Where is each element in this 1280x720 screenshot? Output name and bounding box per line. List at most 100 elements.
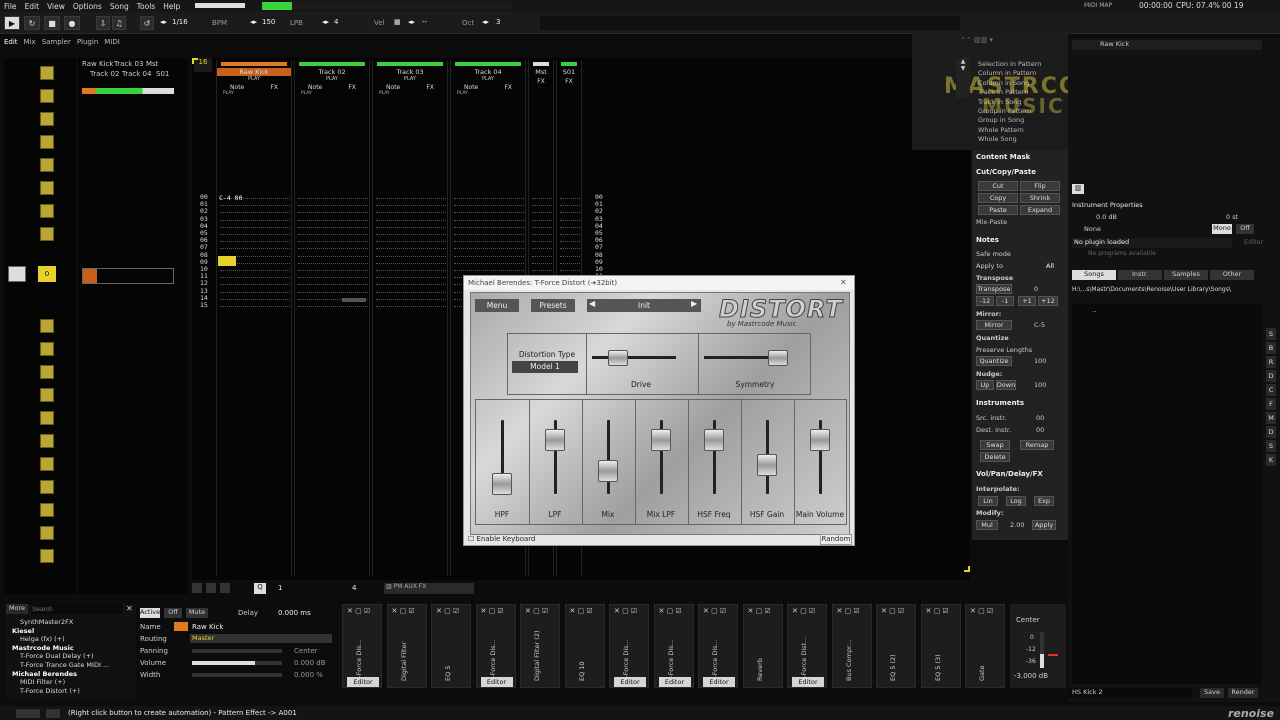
transpose-button[interactable]: Transpose — [976, 284, 1012, 294]
pattern-row-cell[interactable] — [298, 198, 368, 199]
dist-type-select[interactable]: Model 1 — [512, 361, 578, 373]
pattern-row-cell[interactable] — [298, 291, 368, 293]
selection-toolbar-icons[interactable]: ⌃⌃ ▥▥ ▾ — [960, 36, 1064, 46]
device-toggle-icons[interactable]: ✕ ▢ ☑ — [837, 607, 860, 615]
device-editor-button[interactable]: Editor — [614, 677, 646, 687]
tab-sampler[interactable]: Sampler — [42, 38, 71, 50]
pattern-row-cell[interactable] — [532, 234, 552, 235]
track-name[interactable]: Mst — [529, 68, 553, 76]
dsp-device[interactable]: ✕ ▢ ☑ EQ 5 (3) — [920, 604, 961, 688]
pattern-row-cell[interactable] — [560, 241, 580, 243]
tab-samples[interactable]: Samples — [1164, 270, 1208, 280]
device-list-item[interactable]: T-Force Trance Gate MIDI ... — [10, 661, 130, 670]
mix-paste-checkbox[interactable]: Mix-Paste — [976, 218, 1007, 226]
nudge-up-button[interactable]: Up — [976, 380, 994, 390]
vel-arrows-icon[interactable]: ◂▸ — [408, 18, 415, 26]
off-track-button[interactable]: Off — [164, 608, 182, 618]
delete-button[interactable]: Delete — [980, 452, 1010, 462]
track-name[interactable]: Track 02 — [295, 68, 369, 76]
sequencer-slot[interactable] — [40, 388, 54, 402]
pattern-row-cell[interactable] — [376, 255, 446, 257]
pattern-row-cell[interactable] — [454, 234, 524, 235]
pattern-row-cell[interactable] — [454, 212, 524, 214]
pattern-row-cell[interactable] — [298, 248, 368, 250]
device-toggle-icons[interactable]: ✕ ▢ ☑ — [881, 607, 904, 615]
octave-step-value[interactable]: 4 — [352, 584, 356, 592]
pattern-row-cell[interactable] — [454, 198, 524, 199]
pattern-row-cell[interactable] — [560, 270, 580, 271]
modify-value[interactable]: 2.00 — [1010, 521, 1024, 529]
sequencer-current-slot[interactable]: 0 — [38, 266, 56, 282]
pattern-row-cell[interactable] — [220, 284, 290, 286]
oct-value[interactable]: 3 — [496, 18, 500, 26]
transpose-plus12[interactable]: +12 — [1038, 296, 1058, 306]
menu-view[interactable]: View — [43, 2, 69, 11]
transpose-plus1[interactable]: +1 — [1018, 296, 1036, 306]
pattern-row-cell[interactable] — [220, 205, 290, 207]
width-slider[interactable] — [192, 673, 282, 677]
dsp-device[interactable]: ✕ ▢ ☑ EQ 10 — [564, 604, 605, 688]
sequencer-slot[interactable] — [40, 365, 54, 379]
pattern-row-cell[interactable] — [560, 248, 580, 250]
pattern-row-cell[interactable] — [376, 219, 446, 221]
pattern-row-cell[interactable] — [532, 226, 552, 228]
device-list-item[interactable]: Helga (fx) (+) — [10, 635, 130, 644]
pattern-row-cell[interactable] — [532, 241, 552, 243]
fader-knob-mix[interactable] — [598, 460, 618, 483]
sidebar-letter-button[interactable]: K — [1266, 454, 1276, 466]
fader-knob-hsf-freq[interactable] — [704, 429, 724, 452]
remap-button[interactable]: Remap — [1020, 440, 1054, 450]
track-name[interactable]: Raw Kick — [192, 623, 223, 631]
lpb-arrows-icon[interactable]: ◂▸ — [322, 18, 329, 26]
pattern-tool-icon-a[interactable] — [192, 583, 202, 593]
dsp-device[interactable]: ✕ ▢ ☑ T-Force Dis... Editor — [475, 604, 516, 688]
pattern-row-cell[interactable] — [532, 219, 552, 221]
device-toggle-icons[interactable]: ✕ ▢ ☑ — [570, 607, 593, 615]
mirror-button[interactable]: Mirror — [976, 320, 1012, 330]
pattern-tool-icon-b[interactable] — [206, 583, 216, 593]
device-editor-button[interactable]: Editor — [703, 677, 735, 687]
dsp-device[interactable]: ✕ ▢ ☑ T-Force Dis... Editor — [342, 604, 382, 688]
pattern-row-cell[interactable] — [298, 270, 368, 271]
pattern-row-cell[interactable] — [298, 219, 368, 221]
track-name[interactable]: Track 03 — [373, 68, 447, 76]
pattern-row-cell[interactable] — [376, 234, 446, 235]
selected-instrument[interactable]: Raw Kick — [1072, 40, 1262, 50]
sequencer-slot[interactable] — [40, 434, 54, 448]
pattern-row-cell[interactable] — [220, 277, 290, 279]
device-list-item[interactable]: Michael Berendes — [10, 670, 130, 679]
paste-button[interactable]: Paste — [978, 205, 1018, 215]
tab-mix[interactable]: Mix — [24, 38, 36, 50]
pattern-row-cell[interactable] — [220, 219, 290, 221]
device-toggle-icons[interactable]: ✕ ▢ ☑ — [347, 607, 370, 615]
track-color-bar[interactable] — [533, 62, 549, 66]
device-toggle-icons[interactable]: ✕ ▢ ☑ — [792, 607, 815, 615]
plugin-title-bar[interactable]: Michael Berendes: T-Force Distort (➔32bi… — [464, 276, 854, 290]
sequencer-slot[interactable] — [40, 158, 54, 172]
tab-songs[interactable]: Songs — [1072, 270, 1116, 280]
track-color-bar[interactable] — [561, 62, 577, 66]
pattern-row-cell[interactable] — [298, 234, 368, 235]
search-close-icon[interactable]: ✕ — [126, 604, 133, 613]
fader-knob-main-volume[interactable] — [810, 429, 830, 452]
device-toggle-icons[interactable]: ✕ ▢ ☑ — [436, 607, 459, 615]
pattern-row-cell[interactable] — [220, 248, 290, 250]
device-toggle-icons[interactable]: ✕ ▢ ☑ — [748, 607, 771, 615]
pattern-row-cell[interactable] — [454, 248, 524, 250]
sequencer-slot[interactable] — [40, 135, 54, 149]
program-select[interactable]: No programs available — [1088, 250, 1156, 257]
device-editor-button[interactable]: Editor — [658, 677, 691, 687]
copy-button[interactable]: Copy — [978, 193, 1018, 203]
lin-button[interactable]: Lin — [978, 496, 998, 506]
quantize-icon[interactable]: Q — [254, 583, 266, 594]
browser-parent[interactable]: .. — [1092, 306, 1096, 314]
dsp-device[interactable]: ✕ ▢ ☑ T-Force Dis... Editor — [609, 604, 649, 688]
first-note[interactable]: C-4 00 — [219, 194, 242, 202]
pattern-row-cell[interactable] — [560, 226, 580, 228]
vpdf-header[interactable]: Vol/Pan/Delay/FX — [976, 470, 1043, 478]
track-name[interactable]: Raw Kick — [217, 68, 291, 76]
off-button[interactable]: Off — [1236, 224, 1254, 234]
selection-option[interactable]: Whole Song — [978, 135, 1041, 144]
safe-mode-label[interactable]: Safe mode — [976, 250, 1011, 258]
save-name-input[interactable]: HS Kick 2 — [1068, 688, 1192, 698]
